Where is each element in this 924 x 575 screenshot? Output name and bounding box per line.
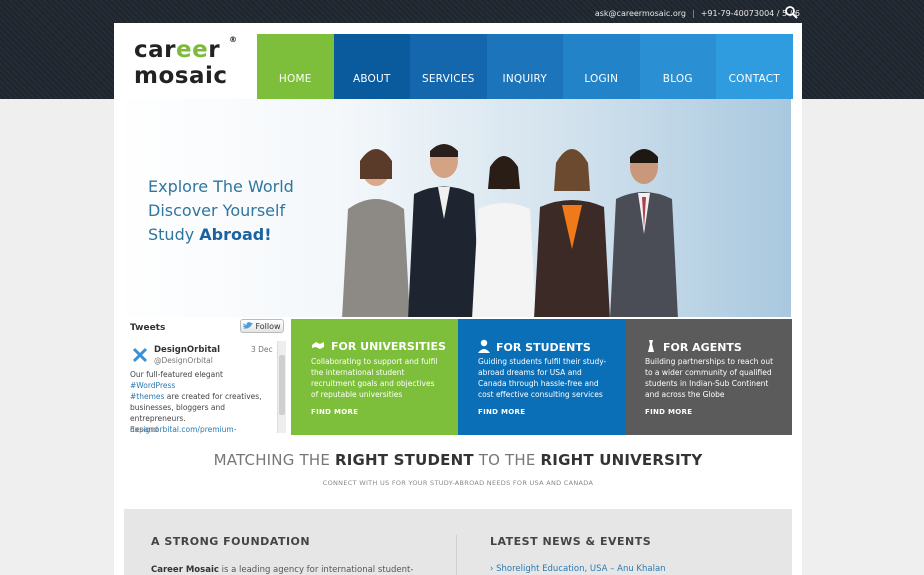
find-more-link[interactable]: FIND MORE [311,408,358,416]
news-heading: LATEST NEWS & EVENTS [490,535,652,548]
service-box-for-students[interactable]: FOR STUDENTS Guiding students fulfil thei… [458,319,625,435]
separator: | [692,8,695,18]
designorbital-avatar [132,347,148,363]
foundation-text: Career Mosaic is a leading agency for in… [151,565,414,575]
main-nav: HOME ABOUT SERVICES INQUIRY LOGIN BLOG CONTACT [257,34,793,99]
twitter-follow-button[interactable]: Follow [240,319,284,333]
twitter-bird-icon [243,322,254,329]
nav-item-blog[interactable]: BLOG [639,34,716,99]
career-mosaic-logo[interactable]: career mosaic ® [134,35,244,97]
nav-item-contact[interactable]: CONTACT [716,34,793,99]
foundation-heading: A STRONG FOUNDATION [151,535,311,548]
hashtag-link[interactable]: #WordPress [130,381,175,390]
tweets-scroll-thumb[interactable] [279,355,285,415]
service-box-description: Guiding students fulfil their study-abro… [478,357,607,399]
news-item-link[interactable]: › Shorelight Education, USA – Anu Khalan [490,564,666,574]
find-more-link[interactable]: FIND MORE [645,408,692,416]
hashtag-link[interactable]: #themes [130,392,164,401]
contact-email[interactable]: ask@careermosaic.org [595,9,686,18]
logo-line-2: mosaic [134,63,228,89]
hero-line-3: Study Abroad! [148,225,272,244]
find-more-link[interactable]: FIND MORE [478,408,525,416]
tagline: MATCHING THE RIGHT STUDENT TO THE RIGHT … [213,451,703,469]
service-box-for-universities[interactable]: FOR UNIVERSITIES Collaborating to support… [291,319,458,435]
service-box-description: Building partnerships to reach out to a … [645,357,774,399]
tweet-date[interactable]: 3 Dec [251,345,273,354]
service-box-title[interactable]: FOR UNIVERSITIES [311,339,446,354]
hero-heading: Explore The World Discover Yourself Stud… [148,175,294,247]
nav-item-about[interactable]: ABOUT [333,34,410,99]
page-container: career mosaic ® HOME ABOUT SERVICES INQUIRY… [114,23,802,575]
twitter-widget[interactable]: Tweets Follow DesignOrbital @DesignOrbit… [124,319,287,435]
nav-item-services[interactable]: SERVICES [410,34,487,99]
hero-line-1: Explore The World [148,177,294,196]
tweets-heading: Tweets [130,323,166,333]
hero-line-2: Discover Yourself [148,201,286,220]
search-icon[interactable] [784,5,798,19]
agent-icon [645,339,657,356]
tweet-expand-link[interactable]: Expand [130,425,158,434]
nav-item-login[interactable]: LOGIN [563,34,640,99]
section-divider [456,535,457,575]
service-box-for-agents[interactable]: FOR AGENTS Building partnerships to reach… [625,319,792,435]
sub-tagline: CONNECT WITH US FOR YOUR STUDY-ABROAD NE… [322,479,594,487]
service-box-title[interactable]: FOR STUDENTS [478,339,591,356]
tweet-author-name[interactable]: DesignOrbital [154,345,220,355]
nav-item-inquiry[interactable]: INQUIRY [486,34,563,99]
info-section: A STRONG FOUNDATION Career Mosaic is a l… [124,509,792,575]
top-contact-bar: ask@careermosaic.org | +91-79-40073004 /… [595,6,800,20]
nav-item-home[interactable]: HOME [257,34,334,99]
hero-people-image [342,144,678,317]
service-box-description: Collaborating to support and fulfil the … [311,357,438,399]
service-box-title[interactable]: FOR AGENTS [645,339,742,356]
logo-line-1: career [134,37,221,63]
student-icon [478,339,490,356]
handshake-icon [311,339,325,354]
hero-banner: Explore The World Discover Yourself Stud… [114,99,791,317]
follow-label: Follow [255,321,281,331]
registered-mark: ® [229,35,237,44]
service-boxes: FOR UNIVERSITIES Collaborating to support… [291,319,792,435]
tweet-author-handle[interactable]: @DesignOrbital [154,356,213,365]
